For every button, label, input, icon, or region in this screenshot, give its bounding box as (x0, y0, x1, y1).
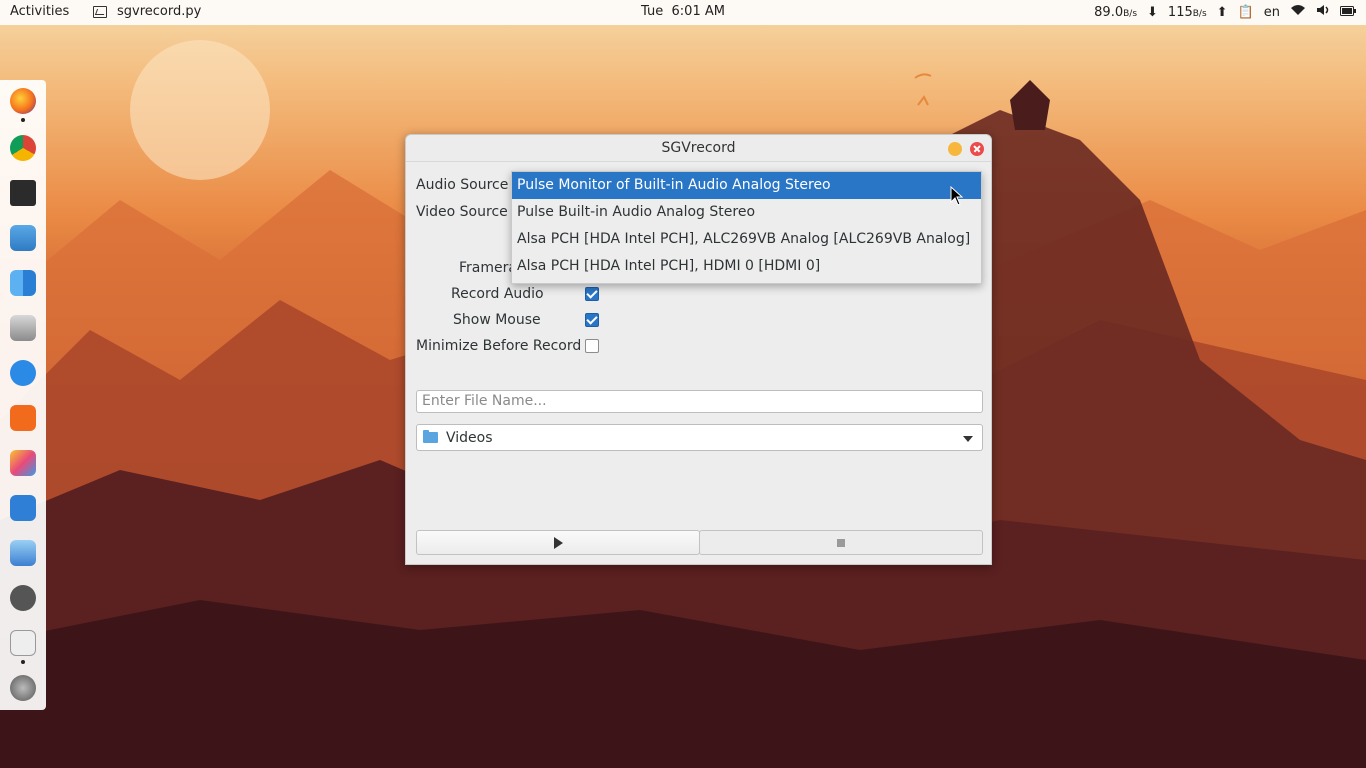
record-audio-checkbox[interactable] (585, 287, 599, 301)
disk-icon[interactable] (10, 315, 36, 341)
clipboard-icon[interactable]: 📋 (1238, 5, 1254, 20)
download-arrow-icon: ⬇ (1147, 4, 1158, 20)
folder-icon (423, 430, 438, 443)
battery-icon[interactable] (1340, 5, 1356, 20)
window-title: SGVrecord (661, 140, 736, 156)
map-icon[interactable] (10, 225, 36, 251)
minimize-before-record-label: Minimize Before Record (416, 338, 582, 354)
wifi-icon[interactable] (1290, 4, 1306, 20)
record-button[interactable] (416, 530, 700, 555)
audio-option[interactable]: Alsa PCH [HDA Intel PCH], HDMI 0 [HDMI 0… (512, 253, 981, 280)
language-indicator[interactable]: en (1264, 5, 1280, 20)
stop-icon (837, 539, 845, 547)
running-indicator (21, 118, 25, 122)
audio-source-dropdown: Pulse Monitor of Built-in Audio Analog S… (511, 171, 982, 284)
framerate-label: Framera (459, 260, 517, 276)
filename-input[interactable]: Enter File Name... (416, 390, 983, 413)
audacity-icon[interactable] (10, 405, 36, 431)
terminal-icon[interactable] (10, 180, 36, 206)
finder-icon[interactable] (10, 270, 36, 296)
window-titlebar[interactable]: SGVrecord (406, 135, 991, 162)
running-indicator (21, 660, 25, 664)
stop-button[interactable] (699, 530, 983, 555)
empty-icon[interactable] (10, 630, 36, 656)
audio-option[interactable]: Pulse Monitor of Built-in Audio Analog S… (512, 172, 981, 199)
show-mouse-label: Show Mouse (453, 312, 541, 328)
app-store-icon[interactable] (10, 360, 36, 386)
folder-chooser[interactable]: Videos (416, 424, 983, 451)
status-area[interactable]: 89.0B/s ⬇ 115B/s ⬆ 📋 en (1094, 4, 1356, 20)
firefox-icon[interactable] (10, 88, 36, 114)
download-speed: 89.0B/s (1094, 4, 1138, 20)
audio-source-label: Audio Source (416, 177, 509, 193)
files-icon[interactable] (10, 540, 36, 566)
record-audio-label: Record Audio (451, 286, 544, 302)
show-mouse-checkbox[interactable] (585, 313, 599, 327)
network-icon[interactable] (10, 495, 36, 521)
upload-speed: 115B/s (1167, 4, 1207, 20)
launchpad-icon[interactable] (10, 675, 36, 701)
minimize-button[interactable] (948, 142, 962, 156)
play-icon (554, 537, 563, 549)
folder-label: Videos (446, 429, 493, 446)
dock (0, 80, 46, 710)
mouse-pointer-icon (950, 186, 964, 206)
paint-icon[interactable] (10, 450, 36, 476)
video-source-label: Video Source (416, 204, 508, 220)
minimize-before-record-checkbox[interactable] (585, 339, 599, 353)
audio-option[interactable]: Alsa PCH [HDA Intel PCH], ALC269VB Analo… (512, 226, 981, 253)
top-bar: Activities sgvrecord.py Tue 6:01 AM 89.0… (0, 0, 1366, 25)
chevron-down-icon (963, 436, 973, 442)
settings-icon[interactable] (10, 585, 36, 611)
close-button[interactable] (970, 142, 984, 156)
chrome-icon[interactable] (10, 135, 36, 161)
clock-time: 6:01 AM (671, 4, 725, 19)
clock-day: Tue (641, 4, 664, 19)
upload-arrow-icon: ⬆ (1216, 4, 1228, 20)
audio-option[interactable]: Pulse Built-in Audio Analog Stereo (512, 199, 981, 226)
volume-icon[interactable] (1316, 4, 1330, 20)
